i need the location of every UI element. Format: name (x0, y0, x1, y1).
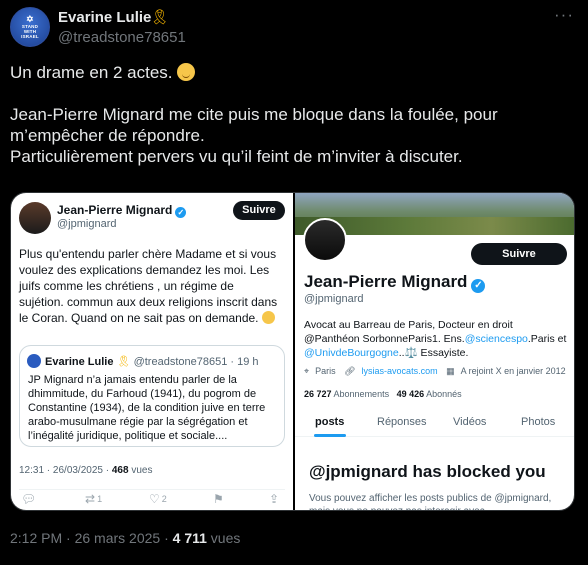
tweet-text: Un drame en 2 actes. Jean-Pierre Mignard… (10, 62, 570, 167)
avatar (27, 354, 41, 368)
star-of-david-icon: ✡ (26, 14, 34, 24)
tab-posts: posts (315, 416, 345, 428)
avatar (19, 202, 51, 234)
tweet-media[interactable]: Jean-Pierre Mignard ✓ @jpmignard Suivre P… (10, 192, 575, 511)
view-count: 4 711 (172, 530, 207, 546)
blocked-text: Vous pouvez afficher les posts publics d… (309, 493, 552, 510)
profile-stats: 26 727 Abonnements 49 426 Abonnés (304, 389, 462, 399)
screenshot-profile[interactable]: Suivre Jean-Pierre Mignard ✓ @jpmignard A… (295, 193, 574, 510)
reply-icon: 💬︎ (21, 492, 37, 506)
like-icon: ♡ 2 (149, 492, 167, 506)
verified-badge-icon: ✓ (471, 279, 486, 293)
profile-follow-button: Suivre (471, 243, 567, 265)
quoted-tweet-header: Evarine Lulie 🎗 @treadstone78651 · 19 h (45, 356, 259, 368)
profile-handle: @jpmignard (304, 293, 364, 305)
quoted-tweet-body: JP Mignard n’a jamais entendu parler de … (28, 374, 266, 442)
calendar-icon: ▦ (446, 366, 455, 376)
tweet-timestamp[interactable]: 2:12 PM · 26 mars 2025 · 4 711 vues (10, 530, 240, 546)
tweet-line-2: Jean-Pierre Mignard me cite puis me bloq… (10, 105, 498, 145)
relieved-face-icon (177, 63, 196, 81)
reply-timestamp: 12:31 · 26/03/2025 · 468 vues (19, 465, 153, 476)
link-icon: 🔗︎ (344, 366, 356, 376)
retweet-icon: ⇄ 1 (85, 492, 103, 506)
profile-name: Jean-Pierre Mignard ✓ (304, 272, 486, 293)
tab-replies: Réponses (377, 416, 427, 428)
verified-badge-icon: ✓ (175, 207, 187, 218)
profile-info: ⌖ Paris 🔗︎ lysias-avocats.com ▦ A rejoint X… (304, 366, 572, 377)
screenshot-reply-tweet[interactable]: Jean-Pierre Mignard ✓ @jpmignard Suivre P… (11, 193, 293, 510)
location-icon: ⌖ (304, 366, 310, 376)
tab-videos: Vidéos (453, 416, 487, 428)
more-options-icon[interactable]: ··· (554, 5, 574, 25)
author-handle[interactable]: @treadstone78651 (58, 29, 186, 46)
reply-author-name: Jean-Pierre Mignard ✓ (57, 203, 187, 218)
profile-tabs: posts Réponses Vidéos Photos (295, 407, 574, 437)
active-tab-indicator (314, 434, 346, 437)
ribbon-icon: 🎗 (116, 356, 131, 368)
reply-author-handle: @jpmignard (57, 218, 117, 230)
tweet-line-3: Particulièrement pervers vu qu’il feint … (10, 147, 463, 166)
profile-location: Paris (315, 366, 336, 376)
share-icon: ⇪ (269, 492, 280, 506)
author-avatar[interactable]: ✡ STAND WITH ISRAEL (10, 7, 50, 47)
thinking-face-icon (261, 311, 275, 324)
reply-actions: 💬︎ ⇄ 1 ♡ 2 ⚑ ⇪ (19, 489, 285, 506)
reply-body: Plus qu'entendu parler chère Madame et s… (19, 247, 278, 325)
profile-bio: Avocat au Barreau de Paris, Docteur en d… (304, 319, 567, 359)
blocked-title: @jpmignard has blocked you (309, 462, 546, 481)
author-name[interactable]: Evarine Lulie (58, 9, 151, 26)
profile-joined: A rejoint X en janvier 2012 (460, 366, 566, 376)
bookmark-icon: ⚑ (213, 492, 224, 506)
follow-button: Suivre (233, 201, 285, 220)
tweet-line-1: Un drame en 2 actes. (10, 63, 178, 82)
quoted-tweet: Evarine Lulie 🎗 @treadstone78651 · 19 h … (19, 345, 285, 447)
profile-website: lysias-avocats.com (361, 366, 438, 376)
tab-photos: Photos (521, 416, 556, 428)
profile-avatar (303, 218, 347, 262)
ribbon-icon: 🎗 (150, 9, 170, 26)
